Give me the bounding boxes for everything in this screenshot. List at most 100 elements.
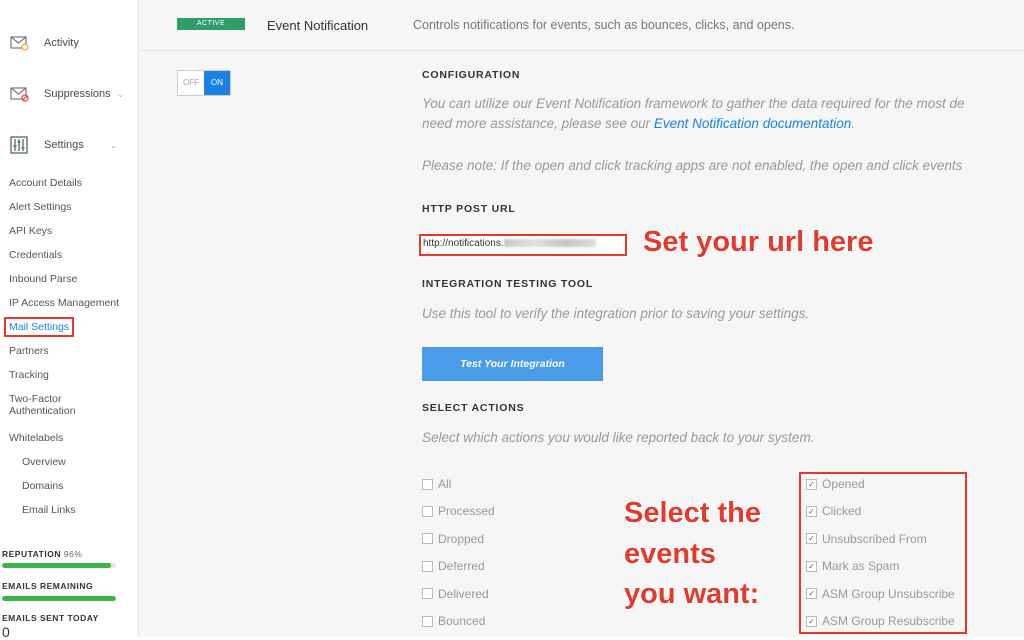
action-checkbox[interactable]: Bounced — [422, 614, 485, 628]
configuration-title: CONFIGURATION — [422, 69, 521, 81]
annotation-events-1: Select the — [624, 497, 761, 529]
main-panel: ACTIVE Event Notification Controls notif… — [139, 0, 1024, 637]
action-checkbox[interactable]: ✓ Mark as Spam — [806, 559, 899, 573]
sidebar-item-two-factor[interactable]: Two-Factor Authentication — [9, 393, 76, 417]
nav-suppressions-label: Suppressions — [44, 88, 111, 100]
action-checkbox[interactable]: ✓ ASM Group Resubscribe — [806, 614, 955, 628]
nav-suppressions[interactable]: Suppressions ⌄ — [10, 85, 124, 103]
mail-block-icon — [10, 87, 29, 102]
action-label: Opened — [822, 477, 865, 491]
checkbox-checked-icon[interactable]: ✓ — [806, 533, 817, 545]
url-value: http://notifications. — [423, 238, 504, 249]
action-checkbox[interactable]: ✓ ASM Group Unsubscribe — [806, 587, 955, 601]
sidebar-item-two-factor-line1: Two-Factor — [9, 393, 62, 405]
app-header-row: ACTIVE Event Notification Controls notif… — [139, 0, 1024, 51]
action-checkbox[interactable]: Dropped — [422, 532, 484, 546]
nav-activity[interactable]: Activity — [10, 34, 79, 52]
action-label: Unsubscribed From — [822, 531, 927, 546]
enable-toggle[interactable]: OFF ON — [177, 70, 231, 96]
checkbox-empty-icon[interactable] — [422, 560, 433, 572]
configuration-line2: need more assistance, please see our Eve… — [422, 116, 855, 131]
checkbox-checked-icon[interactable]: ✓ — [806, 588, 817, 600]
action-label: Mark as Spam — [822, 559, 900, 574]
emails-sent-label: EMAILS SENT TODAY — [2, 613, 99, 623]
action-label: All — [438, 477, 452, 491]
emails-remaining-label: EMAILS REMAINING — [2, 581, 94, 591]
emails-remaining-bar — [2, 596, 116, 601]
http-post-url-input[interactable]: http://notifications. — [419, 234, 627, 256]
nav-settings-label: Settings — [44, 139, 84, 151]
app-description: Controls notifications for events, such … — [413, 18, 795, 32]
reputation-title: REPUTATION — [2, 549, 61, 559]
checkbox-empty-icon[interactable] — [422, 505, 433, 517]
sidebar-item-account-details[interactable]: Account Details — [9, 177, 82, 189]
annotation-events-3: you want: — [624, 578, 760, 610]
configuration-line1: You can utilize our Event Notification f… — [422, 96, 965, 111]
url-redacted — [503, 239, 596, 248]
chevron-down-icon: ⌄ — [109, 139, 118, 150]
sidebar-item-domains[interactable]: Domains — [22, 480, 63, 492]
toggle-on[interactable]: ON — [204, 71, 230, 95]
status-badge: ACTIVE — [177, 18, 245, 30]
annotation-url: Set your url here — [643, 226, 874, 258]
action-checkbox[interactable]: Delivered — [422, 587, 489, 601]
action-label: Processed — [438, 504, 495, 519]
configuration-line2-suffix: . — [851, 116, 856, 131]
sidebar-item-whitelabels[interactable]: Whitelabels — [9, 432, 63, 444]
checkbox-empty-icon[interactable] — [422, 533, 433, 545]
toggle-off[interactable]: OFF — [178, 71, 204, 95]
app-title: Event Notification — [267, 18, 369, 33]
action-checkbox[interactable]: ✓ Opened — [806, 477, 865, 491]
checkbox-empty-icon[interactable] — [422, 478, 433, 490]
sidebar-item-mail-settings[interactable]: Mail Settings — [4, 317, 75, 337]
nav-activity-label: Activity — [44, 37, 79, 49]
checkbox-empty-icon[interactable] — [422, 588, 433, 600]
mail-search-icon — [10, 36, 29, 51]
testing-title: INTEGRATION TESTING TOOL — [422, 278, 594, 290]
emails-remaining-bar-fill — [2, 596, 116, 601]
action-label: Delivered — [438, 586, 489, 601]
action-checkbox[interactable]: Deferred — [422, 559, 485, 573]
sidebar-item-credentials[interactable]: Credentials — [9, 249, 62, 261]
annotation-highlight-box — [799, 472, 967, 634]
test-integration-button[interactable]: Test Your Integration — [422, 347, 603, 381]
sidebar-item-inbound-parse[interactable]: Inbound Parse — [9, 273, 77, 285]
sidebar-item-api-keys[interactable]: API Keys — [9, 225, 52, 237]
sidebar-item-partners[interactable]: Partners — [9, 345, 49, 357]
action-checkbox[interactable]: Processed — [422, 504, 495, 518]
action-checkbox[interactable]: ✓ Unsubscribed From — [806, 532, 927, 546]
sidebar-item-alert-settings[interactable]: Alert Settings — [9, 201, 71, 213]
action-checkbox[interactable]: All — [422, 477, 451, 491]
configuration-note: Please note: If the open and click track… — [422, 158, 963, 173]
select-actions-desc: Select which actions you would like repo… — [422, 430, 815, 445]
sidebar-item-overview[interactable]: Overview — [22, 456, 66, 468]
sidebar-item-email-links[interactable]: Email Links — [22, 504, 76, 516]
sidebar-item-ip-access[interactable]: IP Access Management — [9, 297, 119, 309]
checkbox-empty-icon[interactable] — [422, 615, 433, 627]
reputation-value: 96% — [63, 549, 83, 559]
checkbox-checked-icon[interactable]: ✓ — [806, 615, 817, 627]
action-label: Clicked — [822, 504, 862, 519]
action-checkbox[interactable]: ✓ Clicked — [806, 504, 861, 518]
sidebar-item-tracking[interactable]: Tracking — [9, 369, 49, 381]
reputation-bar — [2, 563, 116, 568]
testing-desc: Use this tool to verify the integration … — [422, 306, 810, 321]
chevron-down-icon: ⌄ — [116, 88, 125, 99]
sidebar-item-two-factor-line2: Authentication — [9, 405, 76, 417]
action-label: Deferred — [438, 559, 485, 574]
action-label: Dropped — [438, 531, 485, 546]
sliders-icon — [10, 136, 28, 154]
action-label: ASM Group Resubscribe — [822, 614, 955, 628]
reputation-label: REPUTATION 96% — [2, 549, 82, 559]
action-label: ASM Group Unsubscribe — [822, 586, 955, 601]
nav-settings[interactable]: Settings ⌄ — [10, 136, 117, 154]
configuration-line2-prefix: need more assistance, please see our — [422, 116, 654, 131]
action-label: Bounced — [438, 614, 486, 628]
documentation-link[interactable]: Event Notification documentation — [654, 116, 851, 131]
checkbox-checked-icon[interactable]: ✓ — [806, 478, 817, 490]
checkbox-checked-icon[interactable]: ✓ — [806, 505, 817, 517]
sidebar: Activity Suppressions ⌄ Settings ⌄ Accou… — [0, 0, 139, 640]
checkbox-checked-icon[interactable]: ✓ — [806, 560, 817, 572]
http-post-title: HTTP POST URL — [422, 203, 516, 215]
annotation-events-2: events — [624, 538, 716, 570]
